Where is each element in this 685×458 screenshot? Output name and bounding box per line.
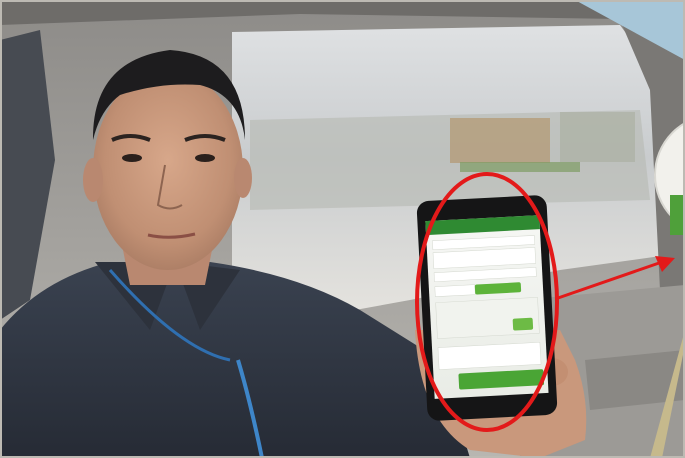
screen-mic-button[interactable] — [512, 317, 534, 331]
screen-label — [434, 284, 476, 297]
eye-left — [122, 154, 142, 162]
photo-scene — [0, 0, 685, 458]
outside-grass — [460, 162, 580, 172]
screen-panel — [435, 297, 540, 339]
person-ear-right — [234, 158, 252, 198]
person-ear-left — [83, 158, 103, 202]
eye-right — [195, 154, 215, 162]
person-face — [93, 70, 243, 270]
outside-building — [450, 118, 550, 163]
phone-screen — [425, 215, 549, 399]
photo-canvas — [0, 0, 685, 458]
zoom-green-block — [670, 195, 685, 235]
outside-building-2 — [560, 112, 635, 162]
